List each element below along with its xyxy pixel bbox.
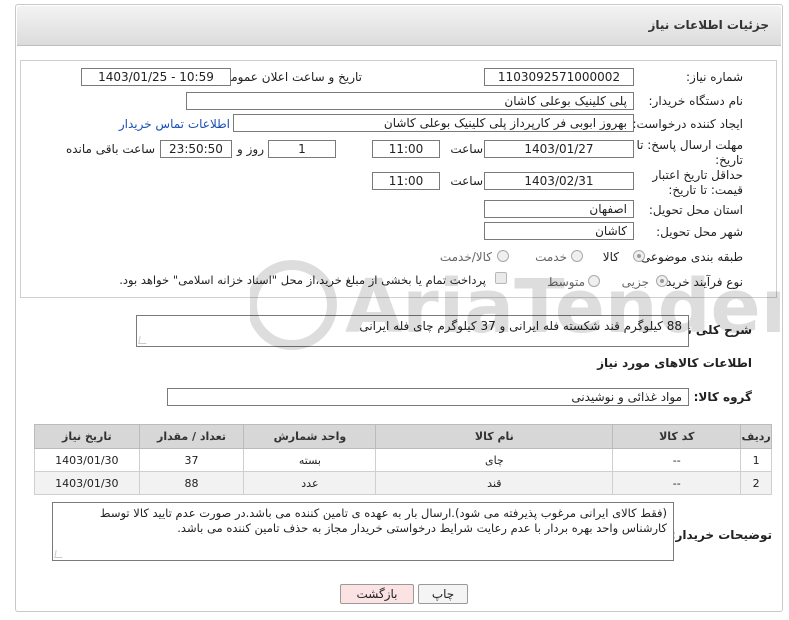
need-description-text: 88 کیلوگرم قند شکسته فله ایرانی و 37 کیل…: [359, 319, 682, 333]
page-header: جزئیات اطلاعات نیاز: [17, 6, 781, 46]
cell-quantity: 37: [138, 448, 245, 472]
requester-field[interactable]: بهروز ابوبی فر کارپرداز پلی کلینیک بوعلی…: [233, 114, 634, 132]
category-radio-goods[interactable]: [633, 250, 645, 262]
back-button[interactable]: بازگشت: [340, 584, 414, 604]
purchase-type-option-minor: جزیی: [621, 275, 649, 289]
price-validity-label: حداقل تاریخ اعتبار قیمت: تا تاریخ:: [652, 168, 743, 197]
buyer-notes-text: (فقط کالای ایرانی مرغوب پذیرفته می شود).…: [99, 506, 667, 535]
purchase-type-radio-medium[interactable]: [588, 275, 600, 287]
cell-unit: بسته: [243, 448, 377, 472]
cell-item-name: قند: [375, 471, 614, 495]
cell-row-number: 2: [740, 471, 772, 495]
items-table: ردیف کد کالا نام کالا واحد شمارش تعداد /…: [34, 424, 772, 495]
cell-item-code: --: [612, 448, 742, 472]
category-option-service: خدمت: [535, 250, 567, 264]
col-quantity: تعداد / مقدار: [138, 424, 245, 449]
reply-days-field[interactable]: 1: [268, 140, 336, 158]
announce-datetime-label: تاریخ و ساعت اعلان عمومی:: [217, 70, 362, 84]
buyer-notes-label: توضیحات خریدار:: [670, 528, 772, 542]
resize-grip-icon[interactable]: [138, 336, 148, 344]
col-unit: واحد شمارش: [243, 424, 377, 449]
price-validity-time-field[interactable]: 11:00: [372, 172, 440, 190]
category-option-goods-service: کالا/خدمت: [439, 250, 492, 264]
reply-date-field[interactable]: 1403/01/27: [484, 140, 634, 158]
reply-time-label: ساعت: [450, 142, 483, 156]
category-radio-service[interactable]: [571, 250, 583, 262]
table-row: 1 -- چای بسته 37 1403/01/30: [34, 448, 772, 472]
goods-group-label: گروه کالا:: [693, 390, 752, 404]
buyer-notes-textarea[interactable]: (فقط کالای ایرانی مرغوب پذیرفته می شود).…: [52, 502, 674, 561]
remaining-time-label: ساعت باقی مانده: [65, 142, 155, 156]
buyer-org-label: نام دستگاه خریدار:: [648, 94, 744, 108]
requester-label: ایجاد کننده درخواست:: [632, 117, 743, 131]
treasury-payment-note: پرداخت تمام یا بخشی از مبلغ خرید،از محل …: [119, 273, 486, 287]
col-item-code: کد کالا: [612, 424, 742, 449]
remaining-time-field[interactable]: 23:50:50: [160, 140, 232, 158]
announce-datetime-field[interactable]: 1403/01/25 - 10:59: [81, 68, 231, 86]
category-option-goods: کالا: [602, 250, 619, 264]
purchase-type-label: نوع فرآیند خرید :: [658, 275, 743, 289]
category-radio-goods-service[interactable]: [497, 250, 509, 262]
items-section-title: اطلاعات کالاهای مورد نیاز: [597, 356, 752, 370]
province-field[interactable]: اصفهان: [484, 200, 634, 218]
cell-row-number: 1: [740, 448, 772, 472]
treasury-payment-checkbox[interactable]: [495, 272, 507, 284]
reply-deadline-label: مهلت ارسال پاسخ: تا تاریخ:: [636, 138, 743, 167]
table-row: 2 -- قند عدد 88 1403/01/30: [34, 471, 772, 495]
cell-item-code: --: [612, 471, 742, 495]
need-number-field[interactable]: 1103092571000002: [484, 68, 634, 86]
reply-days-label: روز و: [237, 142, 264, 156]
cell-need-date: 1403/01/30: [34, 471, 140, 495]
items-table-header: ردیف کد کالا نام کالا واحد شمارش تعداد /…: [34, 424, 772, 449]
col-row-number: ردیف: [740, 424, 772, 449]
cell-need-date: 1403/01/30: [34, 448, 140, 472]
col-item-name: نام کالا: [375, 424, 614, 449]
buyer-org-field[interactable]: پلی کلینیک بوعلی کاشان: [186, 92, 634, 110]
cell-quantity: 88: [138, 471, 245, 495]
province-label: استان محل تحویل:: [648, 203, 743, 217]
cell-unit: عدد: [243, 471, 377, 495]
need-description-textarea[interactable]: 88 کیلوگرم قند شکسته فله ایرانی و 37 کیل…: [136, 315, 689, 347]
resize-grip-icon[interactable]: [54, 550, 64, 558]
need-number-label: شماره نیاز:: [686, 70, 743, 84]
city-field[interactable]: کاشان: [484, 222, 634, 240]
page-title: جزئیات اطلاعات نیاز: [648, 18, 769, 32]
price-validity-date-field[interactable]: 1403/02/31: [484, 172, 634, 190]
category-label: طبقه بندی موضوعی:: [636, 250, 743, 264]
goods-group-field[interactable]: مواد غذائی و نوشیدنی: [167, 388, 689, 406]
reply-time-field[interactable]: 11:00: [372, 140, 440, 158]
city-label: شهر محل تحویل:: [656, 225, 743, 239]
print-button[interactable]: چاپ: [418, 584, 468, 604]
purchase-type-option-medium: متوسط: [547, 275, 585, 289]
buyer-contact-link[interactable]: اطلاعات تماس خریدار: [119, 117, 230, 131]
purchase-type-radio-minor[interactable]: [656, 275, 668, 287]
price-validity-time-label: ساعت: [450, 174, 483, 188]
col-need-date: تاریخ نیاز: [34, 424, 140, 449]
cell-item-name: چای: [375, 448, 614, 472]
